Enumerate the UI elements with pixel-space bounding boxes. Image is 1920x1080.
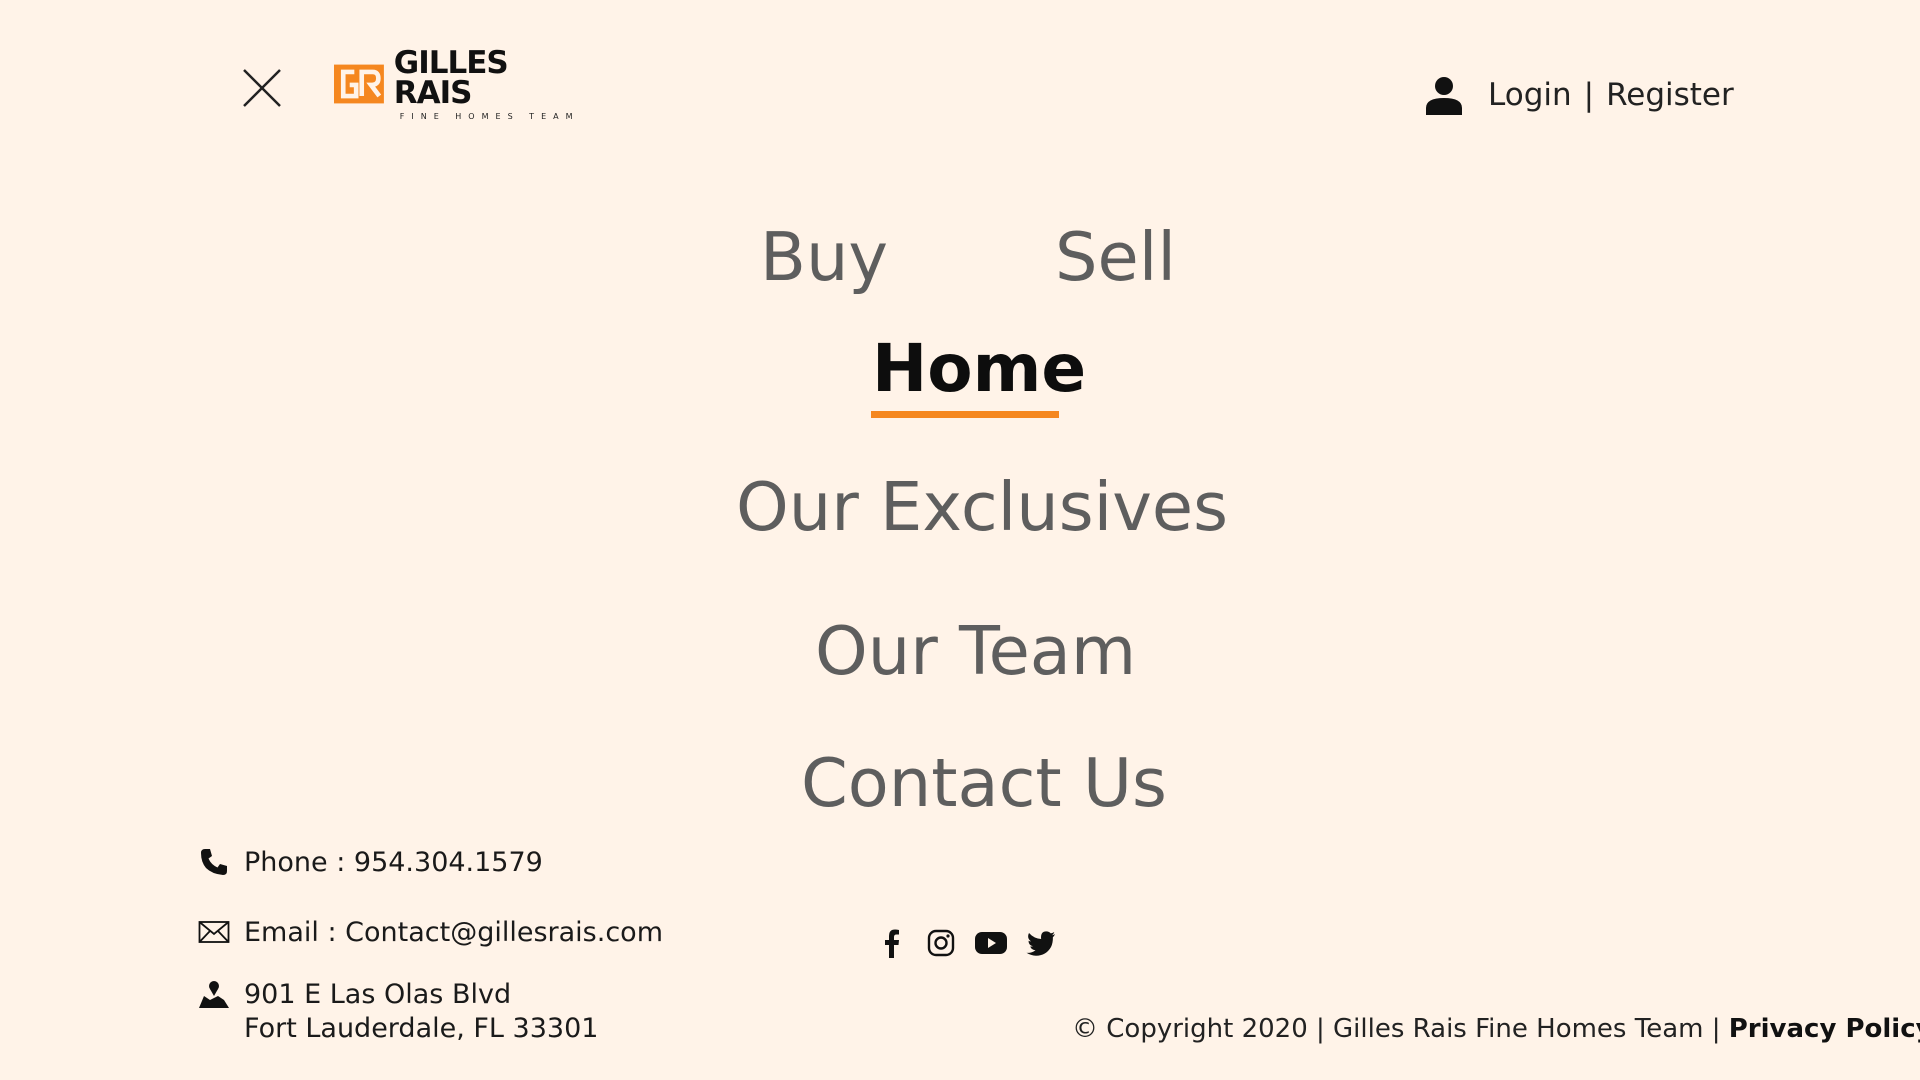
phone-icon [201,849,227,875]
account-links: Login | Register [1424,70,1734,120]
social-links [874,926,1058,960]
phone-info[interactable]: Phone : 954.304.1579 [198,846,543,880]
twitter-icon[interactable] [1024,926,1058,960]
privacy-policy-link[interactable]: Privacy Policy [1729,1014,1920,1044]
phone-text: Phone : 954.304.1579 [244,847,543,878]
close-icon [243,69,281,107]
copyright-text: © Copyright 2020 | Gilles Rais Fine Home… [1072,1014,1729,1044]
nav-item-buy[interactable]: Buy [760,224,888,291]
nav-item-contact-us[interactable]: Contact Us [801,750,1167,817]
close-menu-button[interactable] [236,62,288,114]
register-link[interactable]: Register [1606,77,1734,113]
instagram-icon[interactable] [924,926,958,960]
site-logo[interactable]: GILLES RAIS FINE HOMES TEAM [334,47,580,121]
logo-mark-icon [334,64,384,104]
nav-item-sell[interactable]: Sell [1055,224,1176,291]
youtube-icon[interactable] [974,926,1008,960]
envelope-icon [198,921,230,943]
nav-item-our-team[interactable]: Our Team [815,618,1136,685]
email-text: Email : Contact@gillesrais.com [244,917,664,948]
address-info[interactable]: 901 E Las Olas Blvd Fort Lauderdale, FL … [198,978,598,1046]
logo-name: GILLES RAIS [393,44,509,111]
active-nav-underline [871,411,1059,418]
login-link[interactable]: Login [1488,77,1572,113]
login-register-separator: | [1583,77,1595,113]
logo-tagline: FINE HOMES TEAM [399,111,580,121]
facebook-icon[interactable] [874,926,908,960]
email-info[interactable]: Email : Contact@gillesrais.com [198,916,663,950]
nav-item-home[interactable]: Home [872,336,1086,402]
address-line-1: 901 E Las Olas Blvd [244,979,512,1010]
user-icon [1426,77,1462,115]
map-pin-icon [199,981,229,1008]
address-line-2: Fort Lauderdale, FL 33301 [244,1013,599,1044]
footer-copyright: © Copyright 2020 | Gilles Rais Fine Home… [1072,1014,1920,1044]
nav-item-our-exclusives[interactable]: Our Exclusives [736,474,1228,541]
